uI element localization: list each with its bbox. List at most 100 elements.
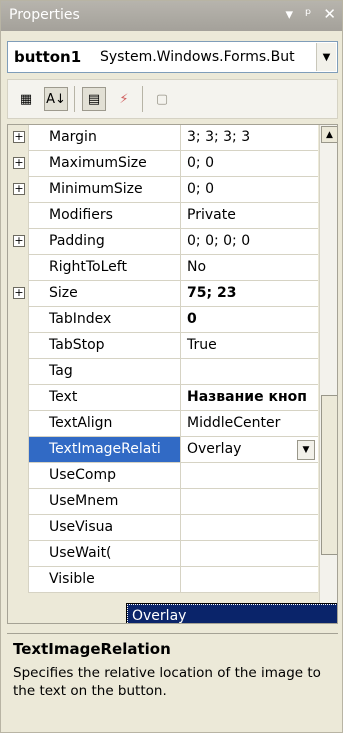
property-grid: + Margin 3; 3; 3; 3 + MaximumSize 0; 0 + Minimu… [7, 124, 338, 624]
object-name: button1 [14, 48, 82, 66]
property-value[interactable]: True [180, 333, 318, 358]
property-value[interactable] [180, 541, 318, 566]
property-row[interactable]: TextAlign MiddleCenter [8, 411, 318, 437]
row-gutter [8, 515, 28, 541]
property-value[interactable]: 3; 3; 3; 3 [180, 125, 318, 150]
property-value[interactable]: 0 [180, 307, 318, 332]
row-gutter [8, 255, 28, 281]
dropdown-option[interactable]: Overlay [127, 604, 337, 623]
property-name[interactable]: RightToLeft [28, 255, 180, 280]
expand-plus-icon[interactable]: + [13, 183, 25, 195]
properties-window: Properties ▾ ᵖ ✕ button1 System.Windows.… [0, 0, 343, 733]
property-name[interactable]: TabStop [28, 333, 180, 358]
alphabetical-sort-icon[interactable]: A↓ [44, 87, 68, 111]
row-gutter [8, 463, 28, 489]
property-value[interactable] [180, 567, 318, 592]
vertical-scrollbar[interactable]: ▲ ▼ [319, 125, 337, 623]
expand-plus-icon[interactable]: + [13, 131, 25, 143]
property-name[interactable]: Tag [28, 359, 180, 384]
property-name[interactable]: UseMnem [28, 489, 180, 514]
property-value[interactable]: Private [180, 203, 318, 228]
property-value[interactable] [180, 515, 318, 540]
property-row[interactable]: + MinimumSize 0; 0 [8, 177, 318, 203]
value-dropdown-list[interactable]: OverlayImageAboveTextTextAboveImageImage… [126, 603, 337, 623]
row-gutter [8, 437, 28, 463]
property-row[interactable]: Tag [8, 359, 318, 385]
property-name[interactable]: TextAlign [28, 411, 180, 436]
property-name[interactable]: MaximumSize [28, 151, 180, 176]
property-name[interactable]: TextImageRelati [28, 437, 180, 462]
row-gutter [8, 411, 28, 437]
title-bar-icons: ▾ ᵖ ✕ [285, 5, 336, 23]
property-row[interactable]: Modifiers Private [8, 203, 318, 229]
expand-plus-icon[interactable]: + [13, 235, 25, 247]
events-lightning-icon[interactable]: ⚡ [112, 87, 136, 111]
property-name[interactable]: Visible [28, 567, 180, 592]
row-gutter [8, 567, 28, 593]
properties-toolbar: ▦ A↓ ▤ ⚡ ▢ [7, 79, 338, 119]
property-row[interactable]: UseComp [8, 463, 318, 489]
title-bar[interactable]: Properties ▾ ᵖ ✕ [1, 1, 342, 31]
scroll-thumb[interactable] [321, 395, 337, 555]
properties-icon[interactable]: ▤ [82, 87, 106, 111]
property-name[interactable]: Modifiers [28, 203, 180, 228]
property-value[interactable] [180, 463, 318, 488]
description-pane: TextImageRelation Specifies the relative… [7, 633, 338, 728]
property-value[interactable] [180, 489, 318, 514]
property-row[interactable]: RightToLeft No [8, 255, 318, 281]
window-title: Properties [9, 7, 80, 23]
property-row[interactable]: TabIndex 0 [8, 307, 318, 333]
property-value[interactable]: 0; 0 [180, 151, 318, 176]
expand-plus-icon[interactable]: + [13, 157, 25, 169]
property-row[interactable]: + Padding 0; 0; 0; 0 [8, 229, 318, 255]
property-row[interactable]: + MaximumSize 0; 0 [8, 151, 318, 177]
property-row[interactable]: UseWait( [8, 541, 318, 567]
close-icon[interactable]: ✕ [323, 5, 336, 23]
auto-hide-pin-icon[interactable]: ᵖ [305, 5, 311, 23]
expand-plus-icon[interactable]: + [13, 287, 25, 299]
property-row[interactable]: + Size 75; 23 [8, 281, 318, 307]
property-row[interactable]: UseMnem [8, 489, 318, 515]
description-title: TextImageRelation [13, 640, 171, 658]
row-gutter [8, 541, 28, 567]
property-row[interactable]: TextImageRelati Overlay ▼ [8, 437, 318, 463]
row-gutter [8, 307, 28, 333]
property-value[interactable] [180, 359, 318, 384]
property-pages-icon[interactable]: ▢ [150, 87, 174, 111]
property-name[interactable]: Margin [28, 125, 180, 150]
property-value[interactable]: Название кноп [180, 385, 318, 410]
property-value[interactable]: 0; 0 [180, 177, 318, 202]
row-gutter [8, 359, 28, 385]
toolbar-separator [74, 86, 75, 112]
categorized-icon[interactable]: ▦ [14, 87, 38, 111]
property-name[interactable]: MinimumSize [28, 177, 180, 202]
property-row[interactable]: TabStop True [8, 333, 318, 359]
description-text: Specifies the relative location of the i… [13, 665, 321, 699]
row-gutter [8, 489, 28, 515]
property-name[interactable]: Padding [28, 229, 180, 254]
property-name[interactable]: TabIndex [28, 307, 180, 332]
scroll-up-icon[interactable]: ▲ [321, 126, 337, 143]
row-gutter [8, 203, 28, 229]
property-row[interactable]: Text Название кноп [8, 385, 318, 411]
property-row[interactable]: UseVisua [8, 515, 318, 541]
object-selector[interactable]: button1 System.Windows.Forms.But ▼ [7, 41, 338, 73]
property-value[interactable]: MiddleCenter [180, 411, 318, 436]
property-value[interactable]: 75; 23 [180, 281, 318, 306]
row-gutter [8, 385, 28, 411]
object-type: System.Windows.Forms.But [100, 49, 295, 65]
row-gutter [8, 333, 28, 359]
property-name[interactable]: Text [28, 385, 180, 410]
property-name[interactable]: UseVisua [28, 515, 180, 540]
property-value[interactable]: 0; 0; 0; 0 [180, 229, 318, 254]
property-name[interactable]: Size [28, 281, 180, 306]
window-position-icon[interactable]: ▾ [285, 5, 293, 23]
chevron-down-icon[interactable]: ▼ [297, 440, 315, 460]
property-name[interactable]: UseComp [28, 463, 180, 488]
property-value[interactable]: No [180, 255, 318, 280]
property-row[interactable]: + Margin 3; 3; 3; 3 [8, 125, 318, 151]
property-row[interactable]: Visible [8, 567, 318, 593]
chevron-down-icon[interactable]: ▼ [316, 43, 336, 71]
property-name[interactable]: UseWait( [28, 541, 180, 566]
toolbar-separator [142, 86, 143, 112]
